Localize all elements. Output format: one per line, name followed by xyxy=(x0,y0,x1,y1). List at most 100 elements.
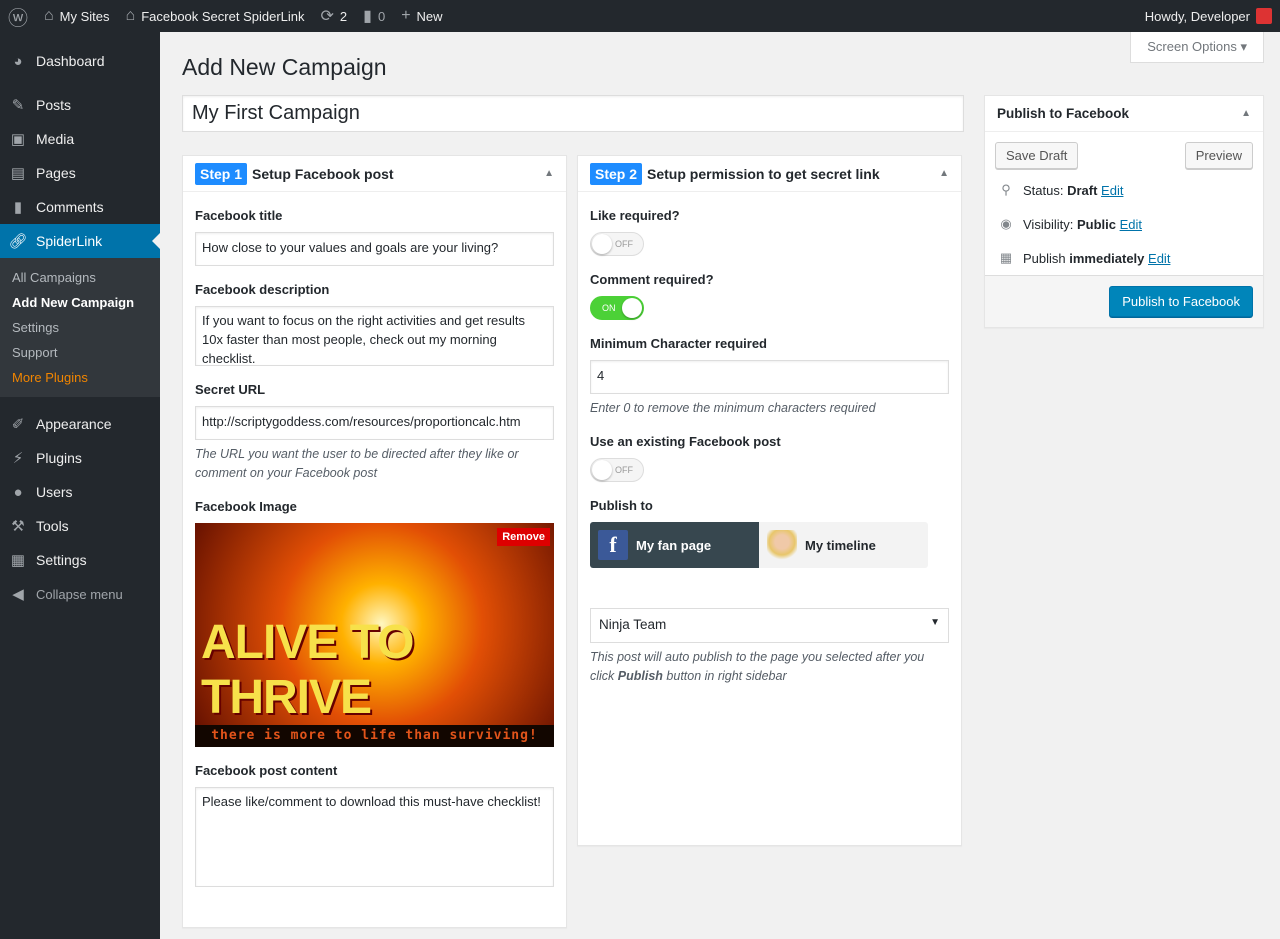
pin-icon: ⚲ xyxy=(1001,182,1011,197)
profile-avatar xyxy=(767,530,797,560)
label: My timeline xyxy=(805,537,876,553)
fan-page-option[interactable]: f My fan page xyxy=(590,522,759,568)
secret-url-input[interactable]: http://scriptygoddess.com/resources/prop… xyxy=(195,406,554,440)
brush-icon: ✐ xyxy=(11,416,25,433)
fb-title-label: Facebook title xyxy=(195,208,283,223)
page-title: Add New Campaign xyxy=(182,54,387,80)
sidebar-item-plugins[interactable]: ⚡︎ Plugins xyxy=(0,441,160,475)
existing-post-toggle[interactable]: OFF xyxy=(590,458,644,482)
collapse-icon: ◀ xyxy=(12,586,24,603)
new-link[interactable]: + New xyxy=(393,0,450,32)
step2-header[interactable]: Step 2 Setup permission to get secret lin… xyxy=(578,156,961,192)
status-row: ⚲ Status: Draft Edit xyxy=(985,173,1263,207)
facebook-icon: f xyxy=(598,530,628,560)
post-content-textarea[interactable]: Please like/comment to download this mus… xyxy=(195,787,554,887)
label: Posts xyxy=(36,97,72,113)
sidebar-item-users[interactable]: ● Users xyxy=(0,475,160,509)
edit-visibility-link[interactable]: Edit xyxy=(1120,217,1142,232)
my-sites-link[interactable]: ⌂ My Sites xyxy=(36,0,118,32)
secret-url-help: The URL you want the user to be directed… xyxy=(195,447,519,480)
sidebar-item-appearance[interactable]: ✐ Appearance xyxy=(0,407,160,441)
wordpress-logo-icon[interactable]: ⓦ xyxy=(0,0,36,32)
save-draft-button[interactable]: Save Draft xyxy=(995,142,1079,169)
label: SpiderLink xyxy=(36,233,103,249)
site-link[interactable]: ⌂ Facebook Secret SpiderLink xyxy=(118,0,313,32)
label: Users xyxy=(36,484,73,500)
step-badge: Step 2 xyxy=(590,162,643,185)
screen-options-button[interactable]: Screen Options ▾ xyxy=(1130,32,1264,63)
sidebar-item-media[interactable]: ▣ Media xyxy=(0,122,160,156)
collapse-menu-button[interactable]: ◀ Collapse menu xyxy=(0,577,160,611)
min-char-help: Enter 0 to remove the minimum characters… xyxy=(590,401,876,415)
wrench-icon: ⚒︎ xyxy=(11,518,25,535)
remove-image-button[interactable]: Remove xyxy=(497,528,550,546)
submenu-settings[interactable]: Settings xyxy=(0,315,160,340)
admin-sidebar: ◕ Dashboard ✎ Posts ▣ Media ▤ Pages ▮ Comment… xyxy=(0,32,160,939)
settings-icon: ▦ xyxy=(10,552,26,569)
submenu-support[interactable]: Support xyxy=(0,340,160,365)
user-icon: ● xyxy=(13,483,23,501)
toggle-state: ON xyxy=(602,303,616,313)
comments-link[interactable]: ▮ 0 xyxy=(355,0,393,32)
publish-panel: Publish to Facebook ▲ Save Draft Preview … xyxy=(984,95,1264,328)
account-menu[interactable]: Howdy, Developer xyxy=(1137,0,1280,32)
label: Dashboard xyxy=(36,53,105,69)
min-char-label: Minimum Character required xyxy=(590,336,767,351)
campaign-title-input[interactable]: My First Campaign xyxy=(182,95,964,132)
timeline-option[interactable]: My timeline xyxy=(759,522,928,568)
content-label: Facebook post content xyxy=(195,763,338,778)
link-icon: 🔗︎ xyxy=(8,233,28,250)
collapse-toggle-icon[interactable]: ▲ xyxy=(544,168,554,179)
new-label: New xyxy=(416,8,443,24)
comment-required-toggle[interactable]: ON xyxy=(590,296,644,320)
sites-icon: ⌂ xyxy=(44,7,54,24)
like-required-toggle[interactable]: OFF xyxy=(590,232,644,256)
publish-header[interactable]: Publish to Facebook ▲ xyxy=(985,96,1263,132)
label: Media xyxy=(36,131,75,147)
publish-target-switch: f My fan page My timeline xyxy=(590,522,928,568)
visibility-row: ◉ Visibility: Public Edit xyxy=(985,207,1263,241)
pin-icon: ✎ xyxy=(11,97,25,114)
admin-bar: ⓦ ⌂ My Sites ⌂ Facebook Secret SpiderLink … xyxy=(0,0,1280,32)
label: Comments xyxy=(36,199,104,215)
preview-button[interactable]: Preview xyxy=(1184,142,1253,169)
publish-to-facebook-button[interactable]: Publish to Facebook xyxy=(1109,286,1253,317)
label: Plugins xyxy=(36,450,82,466)
collapse-toggle-icon[interactable]: ▲ xyxy=(1241,108,1251,119)
eye-icon: ◉ xyxy=(1000,216,1012,231)
sidebar-item-dashboard[interactable]: ◕ Dashboard xyxy=(0,44,160,78)
image-label: Facebook Image xyxy=(195,499,297,514)
existing-post-label: Use an existing Facebook post xyxy=(590,434,781,449)
sidebar-item-spiderlink[interactable]: 🔗︎ SpiderLink xyxy=(0,224,160,258)
fb-description-textarea[interactable]: If you want to focus on the right activi… xyxy=(195,306,554,366)
label: Appearance xyxy=(36,416,112,432)
submenu-all-campaigns[interactable]: All Campaigns xyxy=(0,265,160,290)
updates-link[interactable]: ⟳ 2 xyxy=(313,0,356,32)
panel-title: Setup Facebook post xyxy=(252,165,394,182)
avatar xyxy=(1256,8,1272,24)
collapse-toggle-icon[interactable]: ▲ xyxy=(939,168,949,179)
site-label: Facebook Secret SpiderLink xyxy=(141,8,305,24)
submenu-add-new-campaign[interactable]: Add New Campaign xyxy=(0,290,160,315)
panel-title: Setup permission to get secret link xyxy=(647,165,880,182)
edit-status-link[interactable]: Edit xyxy=(1101,183,1123,198)
plugin-icon: ⚡︎ xyxy=(12,450,24,467)
fb-desc-label: Facebook description xyxy=(195,282,330,297)
sidebar-item-pages[interactable]: ▤ Pages xyxy=(0,156,160,190)
facebook-image: Remove ALIVE TO THRIVE there is more to … xyxy=(195,523,554,747)
sidebar-item-tools[interactable]: ⚒︎ Tools xyxy=(0,509,160,543)
updates-icon: ⟳ xyxy=(320,8,334,25)
edit-schedule-link[interactable]: Edit xyxy=(1148,251,1170,266)
label: Collapse menu xyxy=(36,586,123,602)
fb-title-input[interactable]: How close to your values and goals are y… xyxy=(195,232,554,266)
howdy-label: Howdy, Developer xyxy=(1144,8,1250,24)
submenu-more-plugins[interactable]: More Plugins xyxy=(0,365,160,390)
step1-header[interactable]: Step 1 Setup Facebook post ▲ xyxy=(183,156,566,192)
min-char-input[interactable]: 4 xyxy=(590,360,949,394)
my-sites-label: My Sites xyxy=(59,8,110,24)
pages-icon: ▤ xyxy=(10,165,26,182)
sidebar-item-comments[interactable]: ▮ Comments xyxy=(0,190,160,224)
page-select[interactable]: Ninja Team ▼ xyxy=(590,608,949,643)
sidebar-item-posts[interactable]: ✎ Posts xyxy=(0,88,160,122)
sidebar-item-settings[interactable]: ▦ Settings xyxy=(0,543,160,577)
